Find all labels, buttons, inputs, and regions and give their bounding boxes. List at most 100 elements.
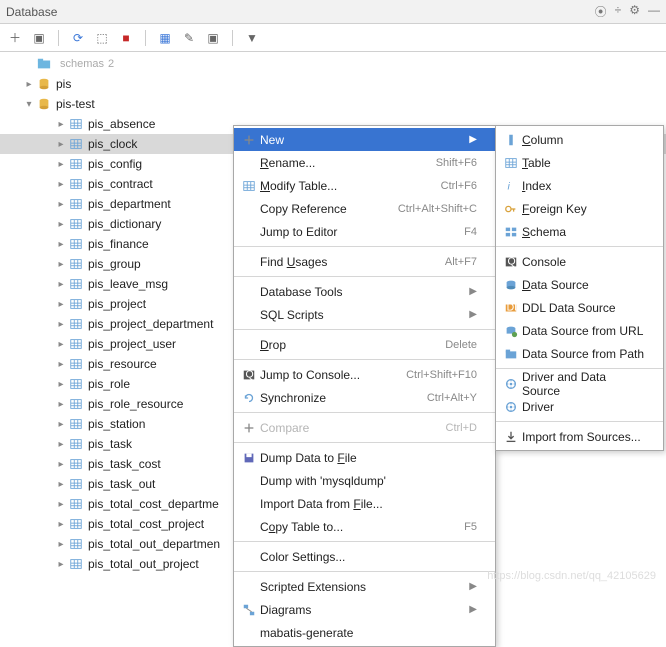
context-menu-item[interactable]: Find UsagesAlt+F7 bbox=[234, 250, 495, 273]
submenu-item[interactable]: DDLDDL Data Source bbox=[496, 296, 663, 319]
index-icon: i bbox=[500, 179, 522, 193]
table-icon bbox=[68, 397, 84, 411]
context-menu-item[interactable]: Dump Data to File bbox=[234, 446, 495, 469]
submenu-item[interactable]: Schema bbox=[496, 220, 663, 243]
table-icon bbox=[68, 257, 84, 271]
table-icon bbox=[68, 277, 84, 291]
context-menu-item[interactable]: SQL Scripts▶ bbox=[234, 303, 495, 326]
console-icon: QL bbox=[238, 368, 260, 382]
filter-schemas-icon[interactable]: ⬚ bbox=[93, 29, 111, 47]
context-menu-item[interactable]: mabatis-generate bbox=[234, 621, 495, 644]
context-menu: New▶Rename...Shift+F6Modify Table...Ctrl… bbox=[233, 125, 496, 647]
table-icon bbox=[68, 357, 84, 371]
table-icon bbox=[68, 517, 84, 531]
tree-node-schemas[interactable]: schemas 2 bbox=[0, 54, 666, 74]
context-menu-item[interactable]: Modify Table...Ctrl+F6 bbox=[234, 174, 495, 197]
table-icon bbox=[68, 317, 84, 331]
table-icon bbox=[68, 137, 84, 151]
table-icon bbox=[68, 217, 84, 231]
submenu-item[interactable]: Column bbox=[496, 128, 663, 151]
fkey-icon bbox=[500, 202, 522, 216]
context-menu-item[interactable]: DropDelete bbox=[234, 333, 495, 356]
driver-icon bbox=[500, 400, 522, 414]
separator bbox=[145, 30, 146, 46]
add-icon[interactable]: ＋ bbox=[6, 29, 24, 47]
diagram-icon bbox=[238, 603, 260, 617]
context-menu-item: CompareCtrl+D bbox=[234, 416, 495, 439]
tree-node-db-pis-test[interactable]: pis-test bbox=[0, 94, 666, 114]
context-menu-item[interactable]: Jump to EditorF4 bbox=[234, 220, 495, 243]
gear-icon[interactable]: ⚙ bbox=[629, 3, 640, 20]
panel-title: Database bbox=[6, 5, 595, 19]
table-icon bbox=[68, 197, 84, 211]
console-icon[interactable]: ▣ bbox=[204, 29, 222, 47]
import-icon bbox=[500, 430, 522, 444]
panel-header: Database ⦿ ÷ ⚙ — bbox=[0, 0, 666, 24]
hide-icon[interactable]: — bbox=[648, 3, 660, 20]
submenu-item[interactable]: Table bbox=[496, 151, 663, 174]
context-menu-item[interactable]: Copy ReferenceCtrl+Alt+Shift+C bbox=[234, 197, 495, 220]
stop-icon[interactable]: ■ bbox=[117, 29, 135, 47]
table-icon bbox=[68, 557, 84, 571]
context-menu-item[interactable]: Database Tools▶ bbox=[234, 280, 495, 303]
submenu-item[interactable]: Driver bbox=[496, 395, 663, 418]
separator bbox=[232, 30, 233, 46]
svg-text:QL: QL bbox=[246, 368, 257, 380]
refresh-icon[interactable]: ⟳ bbox=[69, 29, 87, 47]
chevron-right-icon: ▶ bbox=[469, 134, 477, 145]
chevron-right-icon: ▶ bbox=[469, 309, 477, 320]
table-view-icon[interactable]: ▦ bbox=[156, 29, 174, 47]
table-icon bbox=[68, 477, 84, 491]
new-submenu: ColumnTableiIndexForeign KeySchema QLCons… bbox=[495, 125, 664, 451]
table-icon bbox=[68, 337, 84, 351]
database-icon bbox=[36, 97, 52, 111]
submenu-item[interactable]: iIndex bbox=[496, 174, 663, 197]
context-menu-item[interactable]: Rename...Shift+F6 bbox=[234, 151, 495, 174]
column-icon bbox=[500, 133, 522, 147]
context-menu-item[interactable]: Diagrams▶ bbox=[234, 598, 495, 621]
submenu-item[interactable]: Import from Sources... bbox=[496, 425, 663, 448]
table-icon bbox=[68, 237, 84, 251]
context-menu-item[interactable]: QLJump to Console...Ctrl+Shift+F10 bbox=[234, 363, 495, 386]
table-icon bbox=[68, 297, 84, 311]
tool-window-options-icon[interactable]: ⦿ bbox=[595, 3, 607, 20]
table-icon bbox=[238, 179, 260, 193]
chevron-right-icon: ▶ bbox=[469, 581, 477, 592]
context-menu-item[interactable]: Import Data from File... bbox=[234, 492, 495, 515]
schema-icon bbox=[500, 225, 522, 239]
plus-icon bbox=[238, 133, 260, 147]
table-icon bbox=[68, 157, 84, 171]
context-menu-item[interactable]: Color Settings... bbox=[234, 545, 495, 568]
edit-icon[interactable]: ✎ bbox=[180, 29, 198, 47]
path-icon bbox=[500, 347, 522, 361]
submenu-item[interactable]: Foreign Key bbox=[496, 197, 663, 220]
driver-icon bbox=[500, 377, 522, 391]
separator bbox=[58, 30, 59, 46]
database-icon bbox=[36, 77, 52, 91]
datasource-icon bbox=[500, 278, 522, 292]
table-icon bbox=[68, 117, 84, 131]
context-menu-item[interactable]: SynchronizeCtrl+Alt+Y bbox=[234, 386, 495, 409]
watermark: https://blog.csdn.net/qq_42105629 bbox=[487, 570, 656, 582]
svg-text:i: i bbox=[508, 180, 511, 192]
submenu-item[interactable]: Data Source bbox=[496, 273, 663, 296]
context-menu-item[interactable]: Scripted Extensions▶ bbox=[234, 575, 495, 598]
minimize-icon[interactable]: ÷ bbox=[615, 3, 622, 20]
table-icon bbox=[68, 177, 84, 191]
url-icon bbox=[500, 324, 522, 338]
table-icon bbox=[68, 457, 84, 471]
context-menu-item[interactable]: Dump with 'mysqldump' bbox=[234, 469, 495, 492]
submenu-item[interactable]: Data Source from URL bbox=[496, 319, 663, 342]
filter-icon[interactable]: ▼ bbox=[243, 29, 261, 47]
submenu-item[interactable]: Driver and Data Source bbox=[496, 372, 663, 395]
submenu-item[interactable]: Data Source from Path bbox=[496, 342, 663, 365]
submenu-item[interactable]: QLConsole bbox=[496, 250, 663, 273]
save-icon bbox=[238, 451, 260, 465]
toolbar: ＋ ▣ ⟳ ⬚ ■ ▦ ✎ ▣ ▼ bbox=[0, 24, 666, 52]
table-icon bbox=[68, 537, 84, 551]
context-menu-item[interactable]: Copy Table to...F5 bbox=[234, 515, 495, 538]
tree-node-db-pis[interactable]: pis bbox=[0, 74, 666, 94]
context-menu-item[interactable]: New▶ bbox=[234, 128, 495, 151]
duplicate-icon[interactable]: ▣ bbox=[30, 29, 48, 47]
plus-icon bbox=[238, 421, 260, 435]
